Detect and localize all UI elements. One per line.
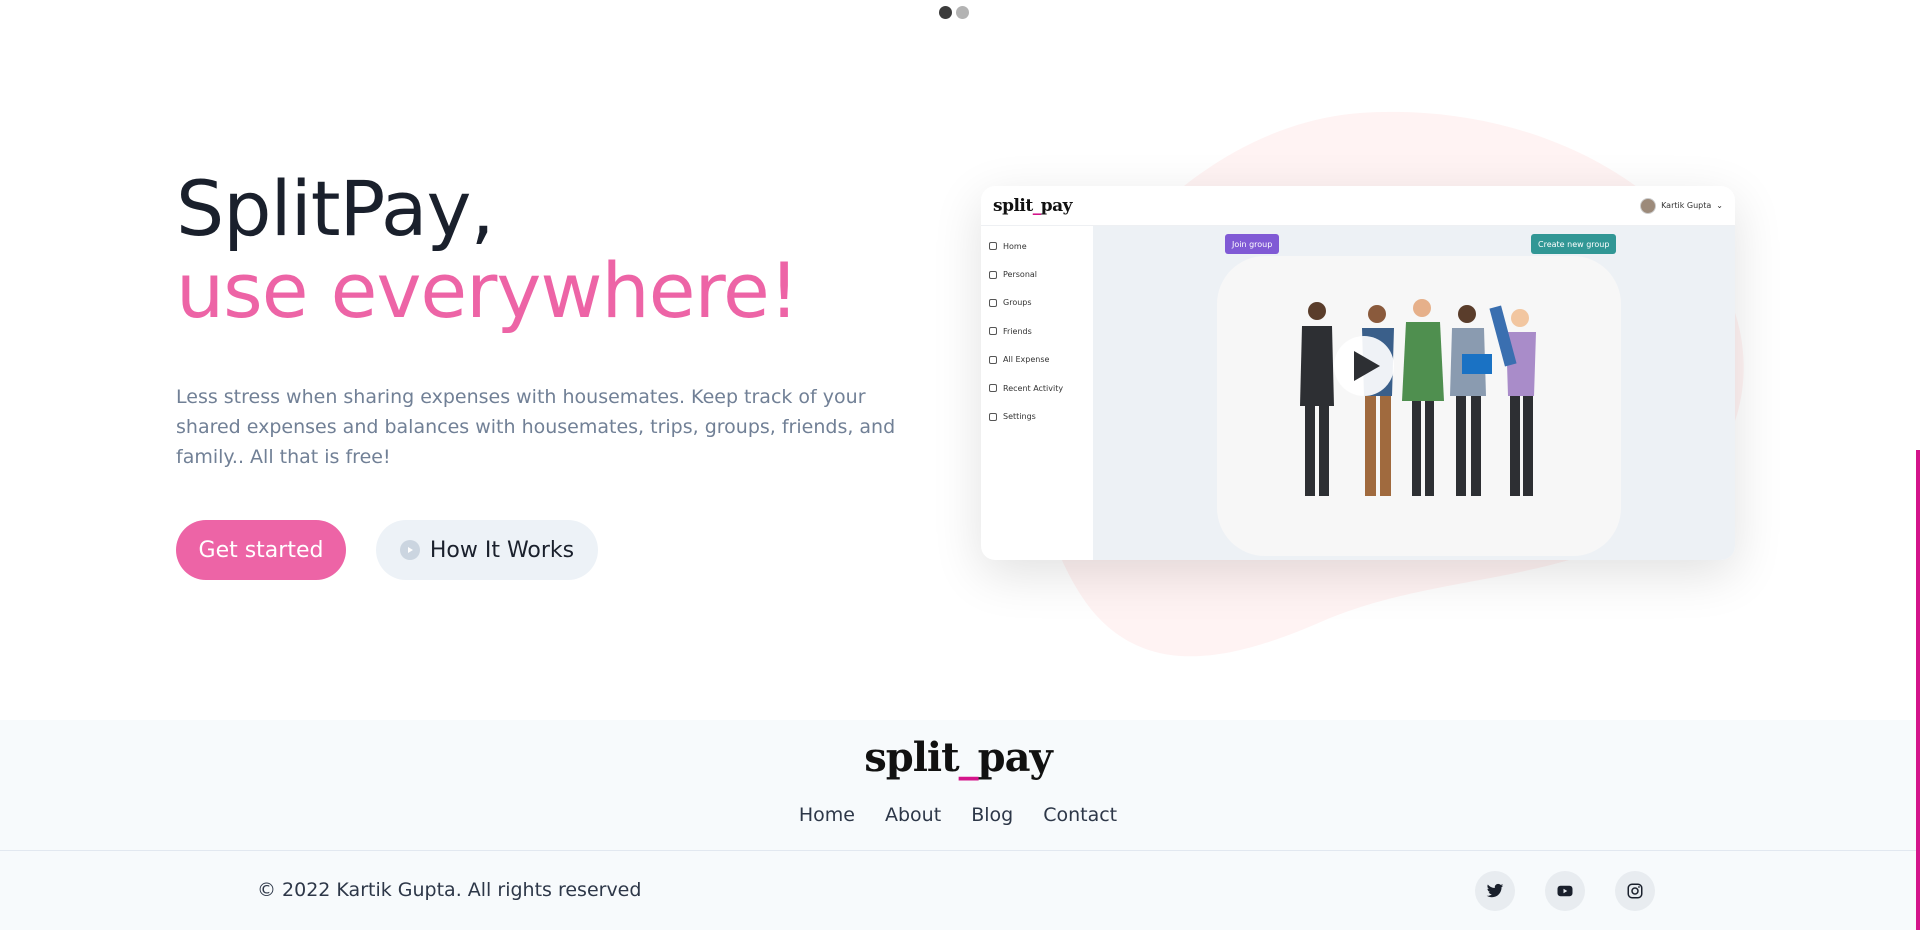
- footer-link-about[interactable]: About: [885, 804, 941, 826]
- carousel-dot-2[interactable]: [956, 6, 969, 19]
- groups-icon: [989, 298, 997, 307]
- how-it-works-label: How It Works: [429, 537, 575, 563]
- preview-header: split_pay Kartik Gupta ⌄: [981, 186, 1735, 226]
- footer-link-blog[interactable]: Blog: [971, 804, 1013, 826]
- scrollbar-thumb[interactable]: [1916, 450, 1920, 930]
- twitter-icon[interactable]: [1475, 871, 1515, 911]
- video-card[interactable]: [1217, 256, 1621, 556]
- hero-title-line1: SplitPay,: [176, 164, 495, 253]
- preview-nav-all-expense[interactable]: All Expense: [981, 346, 1093, 374]
- preview-user-name: Kartik Gupta: [1661, 201, 1712, 210]
- preview-sidebar: Home Personal Groups Friends All Expense…: [981, 226, 1093, 560]
- preview-nav-friends[interactable]: Friends: [981, 317, 1093, 345]
- preview-nav-groups[interactable]: Groups: [981, 289, 1093, 317]
- footer-link-contact[interactable]: Contact: [1043, 804, 1117, 826]
- preview-nav-settings[interactable]: Settings: [981, 402, 1093, 430]
- personal-icon: [989, 270, 997, 279]
- home-icon: [989, 242, 997, 251]
- hero-title: SplitPay, use everywhere!: [176, 164, 799, 335]
- avatar: [1640, 197, 1657, 214]
- copyright-text: © 2022 Kartik Gupta. All rights reserved: [257, 879, 642, 901]
- social-links: [1475, 871, 1655, 911]
- get-started-button[interactable]: Get started: [176, 520, 346, 580]
- preview-nav-personal[interactable]: Personal: [981, 260, 1093, 288]
- expense-icon: [989, 355, 997, 364]
- app-preview: split_pay Kartik Gupta ⌄ Home Personal G…: [981, 186, 1735, 560]
- people-illustration: [1300, 299, 1536, 496]
- preview-nav-home[interactable]: Home: [981, 232, 1093, 260]
- create-group-button[interactable]: Create new group: [1531, 234, 1617, 254]
- footer-logo[interactable]: split_pay: [0, 734, 1916, 781]
- youtube-icon[interactable]: [1545, 871, 1585, 911]
- preview-main: Join group Create new group: [1093, 226, 1735, 560]
- hero-title-line2: use everywhere!: [176, 246, 799, 335]
- hero-description: Less stress when sharing expenses with h…: [176, 386, 896, 468]
- how-it-works-button[interactable]: How It Works: [376, 520, 598, 580]
- preview-nav-recent-activity[interactable]: Recent Activity: [981, 374, 1093, 402]
- footer-link-home[interactable]: Home: [799, 804, 855, 826]
- carousel-indicators: [939, 6, 969, 19]
- preview-user-menu[interactable]: Kartik Gupta ⌄: [1640, 197, 1723, 214]
- activity-icon: [989, 384, 997, 393]
- settings-icon: [989, 412, 997, 421]
- instagram-icon[interactable]: [1615, 871, 1655, 911]
- chevron-down-icon: ⌄: [1716, 201, 1723, 210]
- footer-nav: Home About Blog Contact: [0, 804, 1916, 826]
- preview-logo: split_pay: [993, 195, 1073, 216]
- footer-divider: [0, 850, 1916, 851]
- carousel-dot-1[interactable]: [939, 6, 952, 19]
- play-circle-icon: [399, 540, 420, 560]
- friends-icon: [989, 327, 997, 336]
- join-group-button[interactable]: Join group: [1225, 234, 1280, 254]
